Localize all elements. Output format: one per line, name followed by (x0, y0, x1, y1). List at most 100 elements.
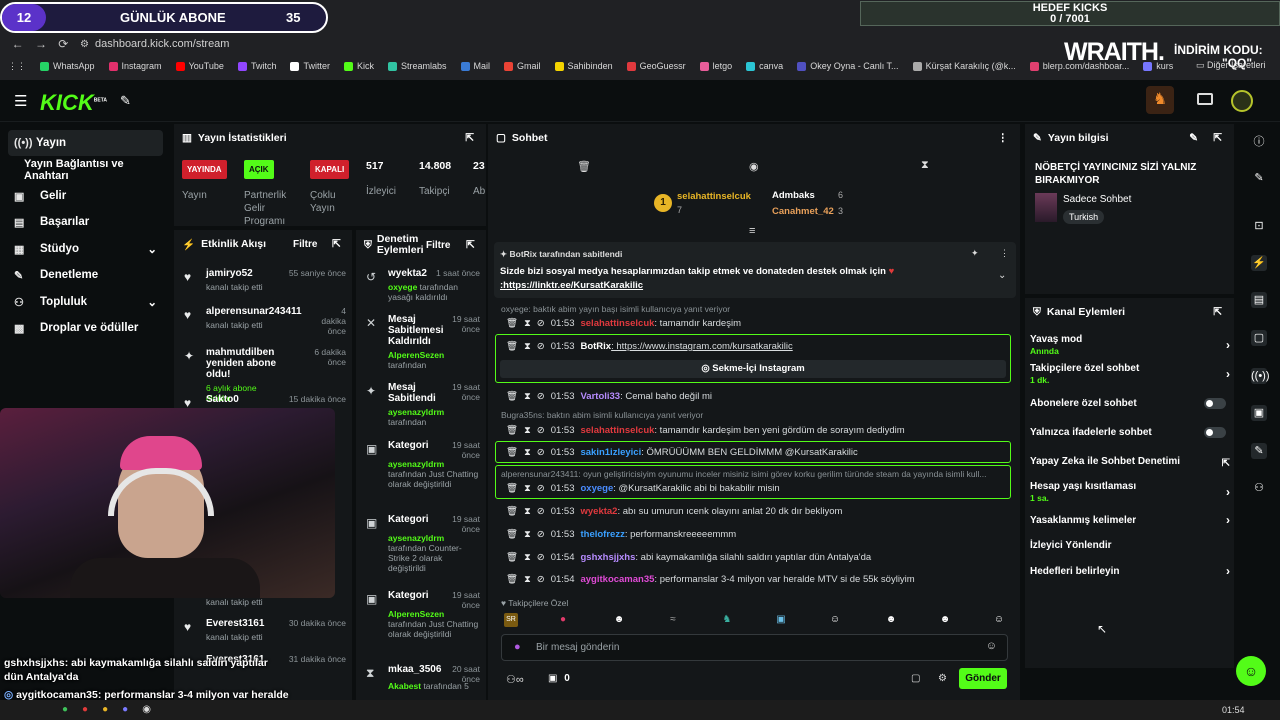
discord-icon[interactable]: ● (122, 704, 128, 715)
url-input[interactable]: dashboard.kick.com/stream (95, 38, 230, 50)
trash-icon[interactable]: 🗑 (506, 483, 518, 494)
bookmark-item[interactable]: Gmail (497, 61, 548, 71)
ban-icon[interactable]: ⊘ (537, 552, 545, 563)
leaderboard-user[interactable]: Admbaks (772, 190, 815, 201)
fox-avatar-icon[interactable]: ♞ (1146, 86, 1174, 114)
bookmark-item[interactable]: canva (739, 61, 790, 71)
bookmark-item[interactable]: Twitch (231, 61, 284, 71)
expand-icon[interactable]: ⇱ (332, 238, 341, 250)
emote-icon[interactable]: ☺ (992, 613, 1006, 627)
bookmark-item[interactable]: Twitter (283, 61, 337, 71)
message-user[interactable]: thelofrezz (580, 529, 624, 540)
emote-icon[interactable]: ♞ (720, 613, 734, 627)
emote-icon[interactable]: ☻ (938, 613, 952, 627)
bookmark-item[interactable]: Mail (454, 61, 498, 71)
ban-icon[interactable]: ⊘ (537, 318, 545, 329)
bookmark-item[interactable]: Sahibinden (548, 61, 620, 71)
emoji-icon[interactable]: ☺ (986, 640, 997, 652)
trash-icon[interactable]: 🗑 (506, 552, 518, 563)
wallet-icon[interactable]: ▣ (1251, 405, 1267, 421)
hourglass-icon[interactable]: ⧗ (524, 447, 531, 458)
hourglass-icon[interactable]: ⧗ (524, 318, 531, 329)
ban-icon[interactable]: ⊘ (537, 574, 545, 585)
edit-icon[interactable]: ✎ (1251, 170, 1267, 186)
ban-icon[interactable]: ⊘ (537, 483, 545, 494)
profile-avatar[interactable] (1231, 90, 1253, 112)
bookmark-item[interactable]: WhatsApp (33, 61, 102, 71)
message-user[interactable]: sakin1izleyici (580, 447, 641, 458)
sidebar-item-basarilar[interactable]: ▤ Başarılar (8, 209, 163, 235)
broadcast-icon[interactable]: ((•)) (1251, 368, 1270, 384)
apps-icon[interactable]: ⋮⋮ (0, 61, 33, 72)
emote-icon[interactable]: ☻ (884, 613, 898, 627)
emote-icon[interactable]: SR (504, 613, 518, 627)
forward-icon[interactable]: → (35, 37, 47, 51)
hourglass-icon[interactable]: ⧗ (524, 574, 531, 585)
collapse-icon[interactable]: ≡ (749, 225, 755, 237)
bookmark-item[interactable]: Okey Oyna - Canlı T... (790, 61, 905, 71)
more-icon[interactable]: ⋮ (998, 132, 1009, 144)
emote-icon[interactable]: ☻ (612, 613, 626, 627)
back-icon[interactable]: ← (12, 37, 24, 51)
mod-filter-button[interactable]: Filtre (426, 240, 450, 251)
trash-icon[interactable]: 🗑 (506, 391, 518, 402)
chat-icon[interactable]: ◉ (749, 160, 759, 173)
emote-icon[interactable]: ● (556, 613, 570, 627)
followers-only-row[interactable]: Takipçilere özel sohbet 1 dk. › (1030, 363, 1230, 385)
trash-icon[interactable]: 🗑 (577, 160, 591, 173)
chat-icon[interactable]: ▢ (1251, 330, 1267, 346)
trash-icon[interactable]: 🗑 (506, 506, 518, 517)
gear-icon[interactable]: ⚙ (938, 673, 947, 684)
wrench-icon[interactable]: ✎ (1251, 443, 1267, 459)
chevron-down-icon[interactable]: ⌄ (998, 270, 1006, 281)
message-user[interactable]: selahattinselcuk (580, 318, 654, 329)
message-text[interactable]: : https://www.instagram.com/kursatkaraki… (611, 341, 793, 352)
support-icon[interactable]: ☺ (1236, 656, 1266, 686)
record-icon[interactable]: ● (82, 704, 88, 715)
message-user[interactable]: oxyege (580, 483, 613, 494)
pinned-link[interactable]: :https://linktr.ee/KursatKarakilic (500, 280, 643, 291)
bolt-icon[interactable]: ⚡ (1251, 255, 1267, 271)
site-info-icon[interactable]: ⚙ (80, 39, 89, 50)
sidebar-item-stream-key[interactable]: Yayın Bağlantısı ve Anahtarı (8, 157, 163, 183)
more-icon[interactable]: ⋮ (1000, 248, 1009, 259)
emote-icon[interactable]: ≈ (666, 613, 680, 627)
edit-icon[interactable]: ✎ (1189, 132, 1198, 144)
hourglass-icon[interactable]: ⧗ (524, 506, 531, 517)
hourglass-icon[interactable]: ⧗ (524, 529, 531, 540)
multi-user-icon[interactable]: ⚇∞ (506, 673, 524, 686)
hourglass-icon[interactable]: ⧗ (524, 552, 531, 563)
subscribers-only-toggle[interactable] (1204, 398, 1226, 409)
expand-icon[interactable]: ⇱ (465, 132, 474, 144)
sidebar-item-studyo[interactable]: ▦ Stüdyo ⌄ (8, 236, 163, 262)
raid-row[interactable]: İzleyici Yönlendir (1030, 540, 1230, 551)
ban-icon[interactable]: ⊘ (537, 425, 545, 436)
slow-mode-row[interactable]: Yavaş mod Anında › (1030, 334, 1230, 356)
kick-logo[interactable]: KICKBETA (40, 90, 107, 116)
chrome-icon[interactable]: ● (102, 704, 108, 715)
ban-icon[interactable]: ⊘ (537, 341, 545, 352)
bookmark-item[interactable]: Instagram (102, 61, 169, 71)
sidebar-item-gelir[interactable]: ▣ Gelir (8, 183, 163, 209)
bookmark-item[interactable]: blerp.com/dashboar... (1023, 61, 1137, 71)
trash-icon[interactable]: 🗑 (506, 574, 518, 585)
menu-icon[interactable]: ☰ (14, 92, 27, 110)
sidebar-item-topluluk[interactable]: ⚇ Topluluk ⌄ (8, 289, 163, 315)
document-icon[interactable]: ▤ (1251, 292, 1267, 308)
community-icon[interactable]: ⚇ (1251, 480, 1267, 496)
message-user[interactable]: aygitkocaman35 (580, 574, 654, 585)
obs-icon[interactable]: ◉ (142, 704, 151, 715)
bookmark-item[interactable]: Kürşat Karakılıç (@k... (906, 61, 1023, 71)
hourglass-icon[interactable]: ⧗ (524, 341, 531, 352)
leaderboard-user[interactable]: Canahmet_42 (772, 206, 834, 217)
wallet-icon[interactable] (1197, 93, 1213, 105)
chat-input[interactable]: ● Bir mesaj gönderin ☺ (501, 634, 1008, 661)
ban-icon[interactable]: ⊘ (537, 529, 545, 540)
leaderboard-user[interactable]: selahattinselcuk (677, 191, 751, 202)
banned-words-row[interactable]: Yasaklanmış kelimeler › (1030, 513, 1230, 527)
bookmark-item[interactable]: YouTube (169, 61, 231, 71)
bookmark-item[interactable]: Kick (337, 61, 381, 71)
bookmarks-folder[interactable]: ▭ Diğer İşaretleri (1196, 60, 1266, 71)
hourglass-icon[interactable]: ⧗ (921, 159, 929, 172)
bookmark-item[interactable]: letgo (693, 61, 740, 71)
